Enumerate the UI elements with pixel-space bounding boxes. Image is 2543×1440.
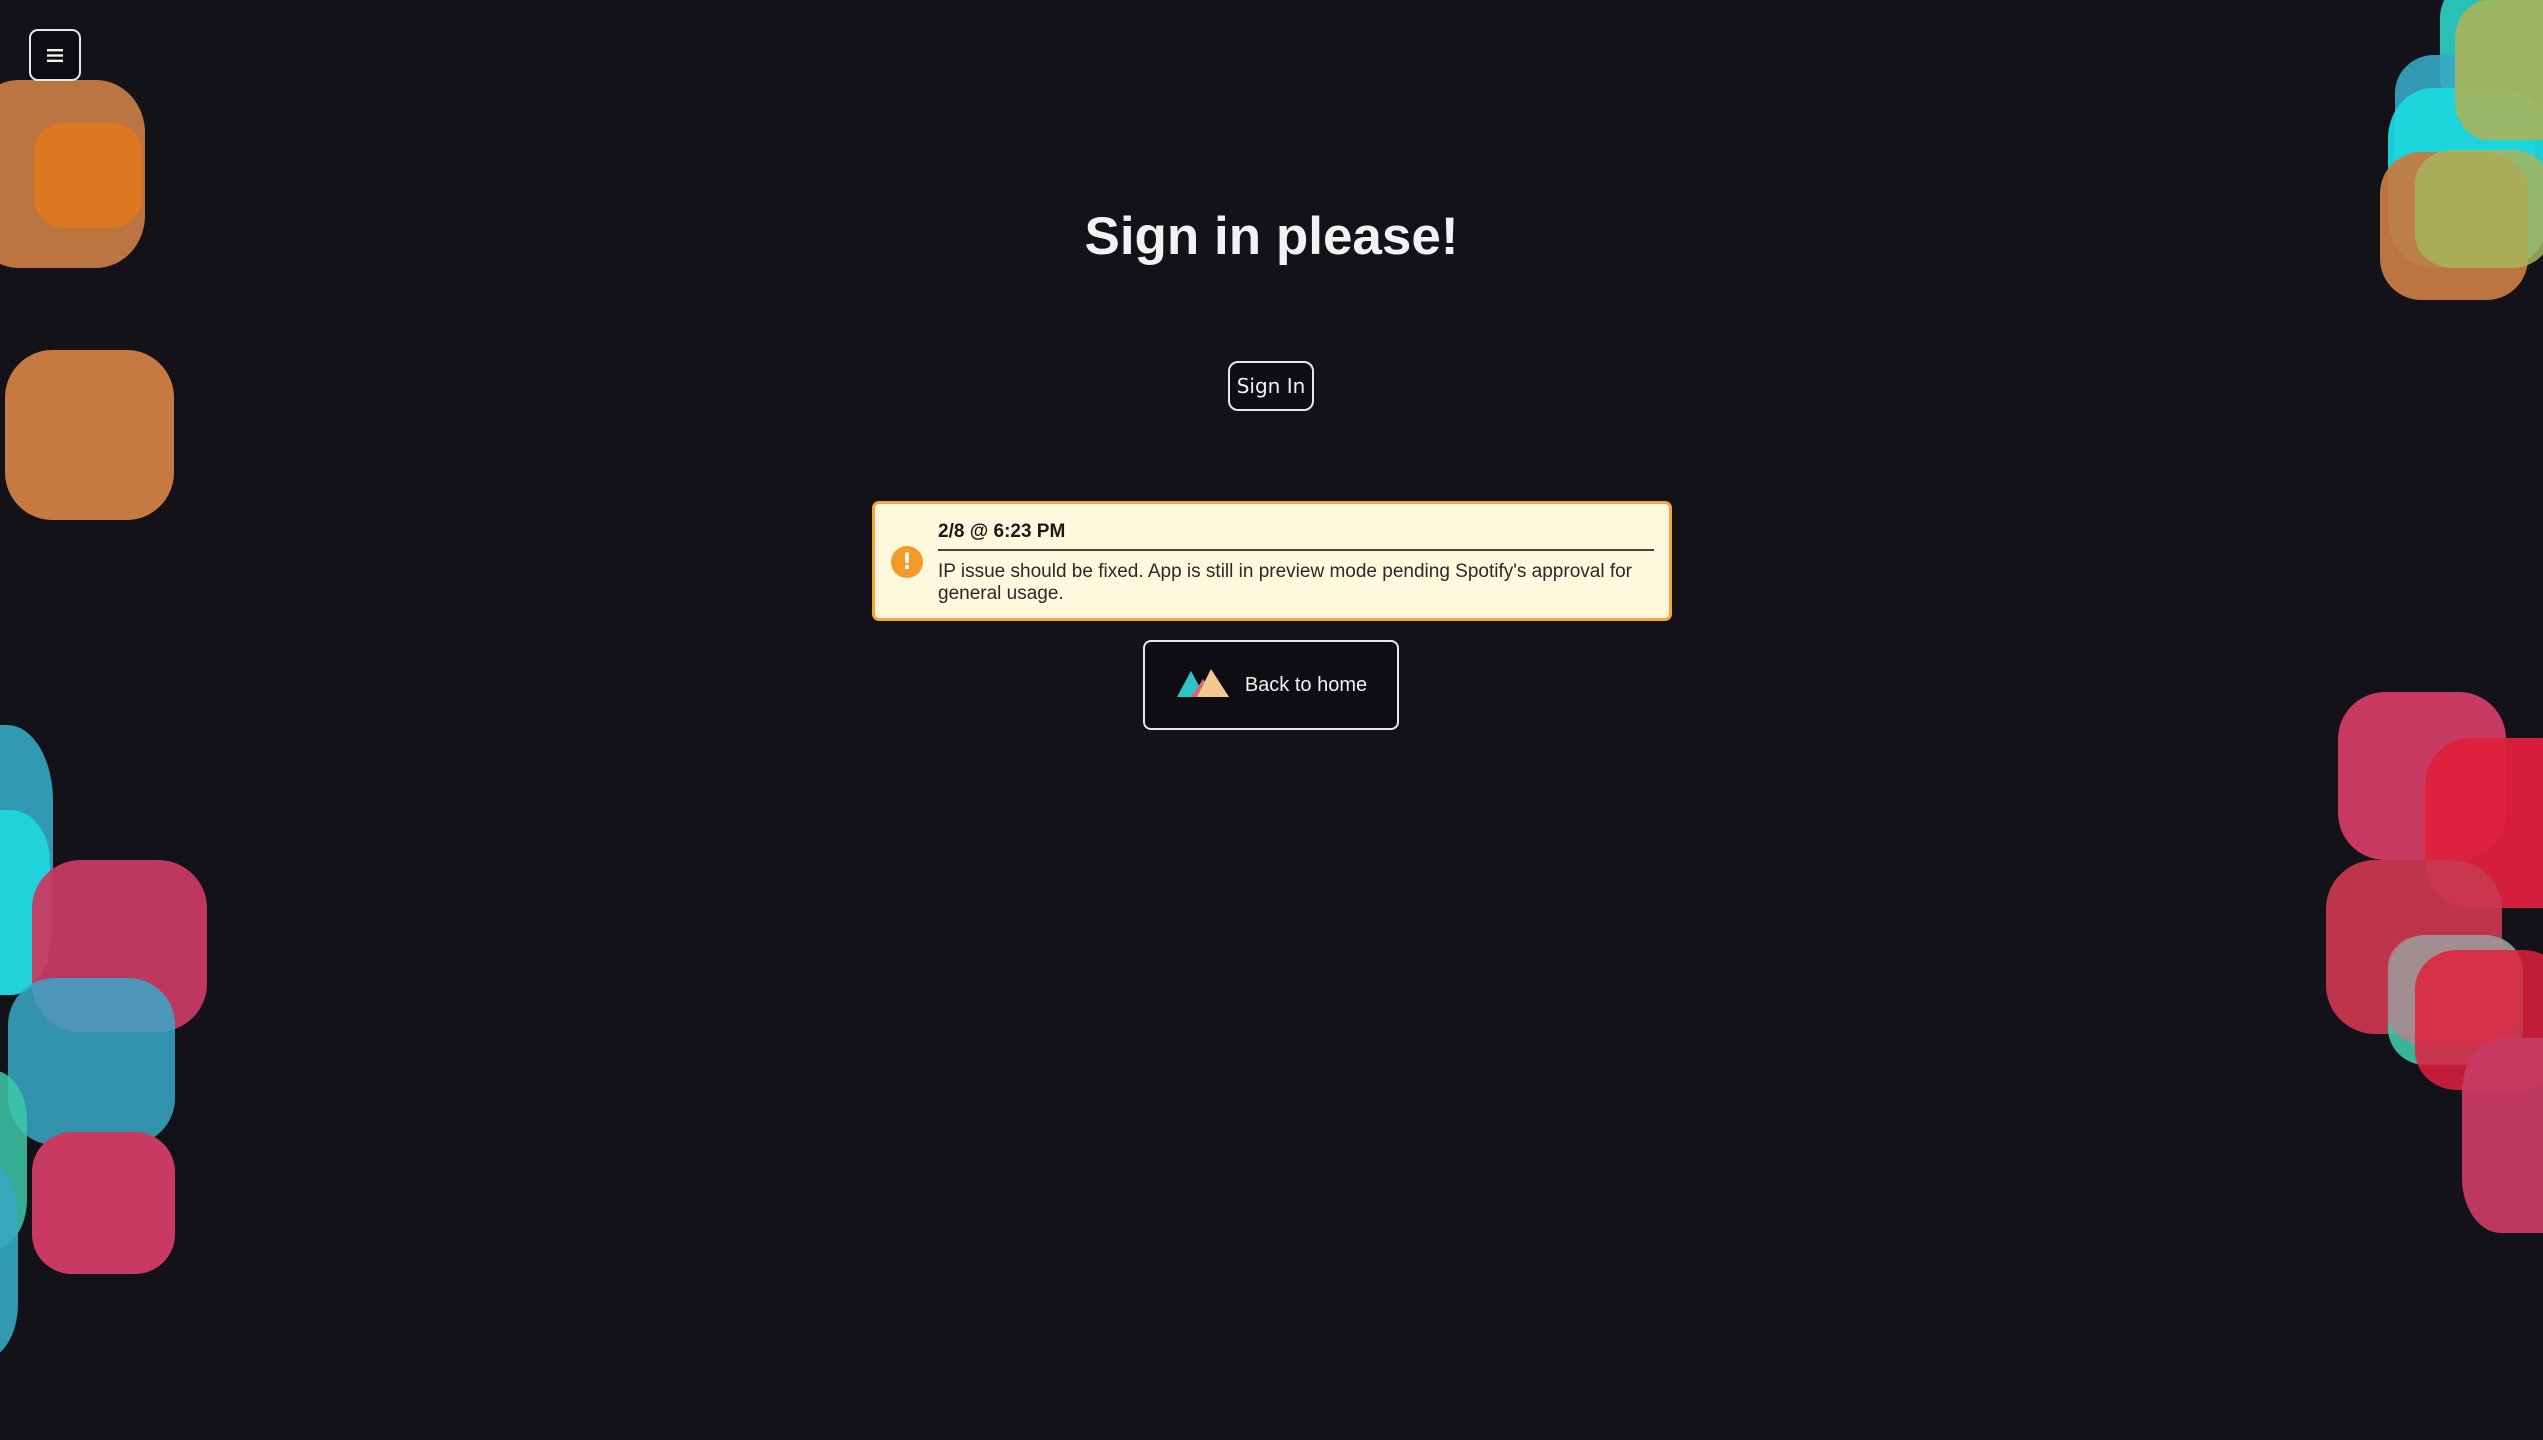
mountain-logo-icon <box>1175 667 1231 704</box>
notice-message: IP issue should be fixed. App is still i… <box>938 561 1633 604</box>
page: Sign in please! Sign In ! 2/8 @ 6:23 PM … <box>0 0 2543 1440</box>
notice-divider <box>938 549 1654 551</box>
notice-banner: ! 2/8 @ 6:23 PM IP issue should be fixed… <box>872 501 1672 621</box>
page-title: Sign in please! <box>1084 207 1459 266</box>
back-to-home-label: Back to home <box>1244 673 1368 696</box>
exclamation-icon: ! <box>891 546 923 578</box>
menu-button[interactable] <box>29 29 81 81</box>
hamburger-icon <box>47 48 63 62</box>
back-to-home-button[interactable]: Back to home <box>1143 640 1399 730</box>
sign-in-button[interactable]: Sign In <box>1228 361 1314 411</box>
notice-date: 2/8 @ 6:23 PM <box>938 521 1066 542</box>
